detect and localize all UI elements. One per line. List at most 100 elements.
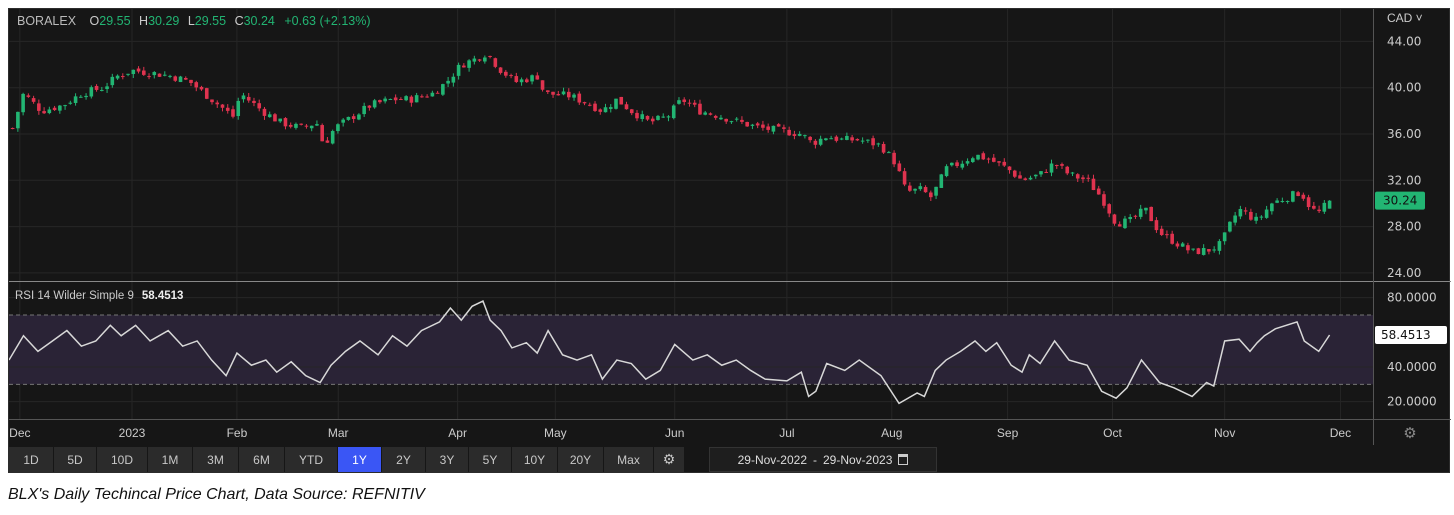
candle-body <box>797 133 802 136</box>
candle-body <box>614 98 618 109</box>
candle-body <box>1217 241 1222 251</box>
candle-body <box>661 116 666 118</box>
candle-body <box>388 98 393 100</box>
gear-icon[interactable]: ⚙ <box>1403 425 1416 442</box>
rsi-value-badge: 58.4513 <box>1381 328 1431 342</box>
candle-body <box>420 96 424 98</box>
range-20y-button[interactable]: 20Y <box>558 447 603 472</box>
candle-body <box>451 76 456 83</box>
candle-body <box>887 152 891 154</box>
candle-body <box>708 113 713 115</box>
candle-body <box>467 60 471 68</box>
close-value: 30.24 <box>243 14 275 28</box>
rsi-tick-label: 80.0000 <box>1387 291 1437 305</box>
candle-body <box>100 89 104 91</box>
chart-canvas[interactable]: Dec 2023 Feb Mar Apr May Jun Jul Aug Sep Oct Nov Dec… <box>9 9 1451 474</box>
candle-body <box>110 76 115 86</box>
range-5y-button[interactable]: 5Y <box>469 447 511 472</box>
candle-body <box>1107 204 1112 214</box>
candle-body <box>1007 166 1012 171</box>
candle-body <box>1254 216 1258 221</box>
candle-body <box>283 118 288 127</box>
rsi-value: 58.4513 <box>141 290 184 302</box>
candle-body <box>671 105 676 119</box>
candle-body <box>378 100 382 103</box>
date-range-picker[interactable]: 29-Nov-2022 - 29-Nov-2023 <box>709 447 937 472</box>
candle-body <box>1018 175 1022 179</box>
candle-body <box>577 93 582 103</box>
candle-body <box>1327 200 1332 209</box>
candle-body <box>26 95 31 97</box>
candle-body <box>1133 215 1138 217</box>
candle-body <box>1243 210 1248 212</box>
candle-body <box>162 74 167 76</box>
high-label: H <box>139 14 149 28</box>
candle-body <box>84 95 88 98</box>
candle-body <box>629 109 634 114</box>
range-3m-button[interactable]: 3M <box>193 447 238 472</box>
candle-body <box>970 158 975 163</box>
candle-body <box>509 75 513 77</box>
candle-body <box>908 185 912 191</box>
candle-body <box>1028 177 1033 180</box>
candle-body <box>79 96 83 98</box>
candle-body <box>824 138 828 141</box>
candle-body <box>1033 174 1038 177</box>
candle-body <box>504 71 508 76</box>
candle-body <box>645 115 650 120</box>
candle-body <box>309 125 314 129</box>
range-6m-button[interactable]: 6M <box>239 447 284 472</box>
x-tick-label: Oct <box>1103 426 1122 440</box>
candle-body <box>10 128 15 130</box>
range-3y-button[interactable]: 3Y <box>426 447 468 472</box>
candle-body <box>393 97 398 101</box>
candle-body <box>262 108 267 116</box>
range-1d-button[interactable]: 1D <box>9 447 53 472</box>
candle-body <box>792 134 797 136</box>
candle-body <box>1238 208 1243 217</box>
candle-body <box>556 94 561 96</box>
x-tick-label: Jun <box>665 426 684 440</box>
candle-body <box>1180 243 1185 247</box>
range-1m-button[interactable]: 1M <box>148 447 192 472</box>
candle-body <box>399 99 403 101</box>
candle-body <box>267 114 272 118</box>
candle-body <box>357 114 361 120</box>
candle-body <box>1091 178 1096 191</box>
candle-body <box>320 125 324 142</box>
candle-body <box>608 107 613 109</box>
open-label: O <box>89 14 100 28</box>
candle-body <box>1086 177 1091 179</box>
candle-body <box>330 131 335 144</box>
candle-body <box>1117 224 1122 227</box>
candle-body <box>1054 165 1059 167</box>
candle-body <box>173 76 178 81</box>
range-ytd-button[interactable]: YTD <box>285 447 337 472</box>
candle-body <box>341 119 345 123</box>
candle-body <box>913 188 917 191</box>
candle-body <box>1170 233 1174 244</box>
range-5d-button[interactable]: 5D <box>54 447 96 472</box>
candle-body <box>435 92 440 94</box>
range-10y-button[interactable]: 10Y <box>512 447 557 472</box>
range-1y-button[interactable]: 1Y <box>338 447 381 472</box>
candle-body <box>1065 166 1070 174</box>
currency-selector[interactable]: CAD ˅ <box>1387 11 1423 25</box>
range-max-button[interactable]: Max <box>604 447 653 472</box>
candle-body <box>1096 188 1101 195</box>
candle-body <box>89 87 94 97</box>
candle-body <box>1291 191 1295 202</box>
candle-body <box>1070 172 1075 174</box>
range-2y-button[interactable]: 2Y <box>382 447 425 472</box>
candle-body <box>210 99 214 103</box>
chart-container[interactable]: Dec 2023 Feb Mar Apr May Jun Jul Aug Sep Oct Nov Dec… <box>8 8 1451 474</box>
range-10d-button[interactable]: 10D <box>97 447 147 472</box>
candle-body <box>582 102 587 104</box>
range-settings-button[interactable]: ⚙ <box>654 447 684 472</box>
candle-body <box>803 135 807 137</box>
date-separator: - <box>813 452 817 467</box>
candle-body <box>719 117 723 120</box>
candle-body <box>1212 249 1216 251</box>
candle-body <box>881 143 886 153</box>
candle-body <box>446 80 450 84</box>
